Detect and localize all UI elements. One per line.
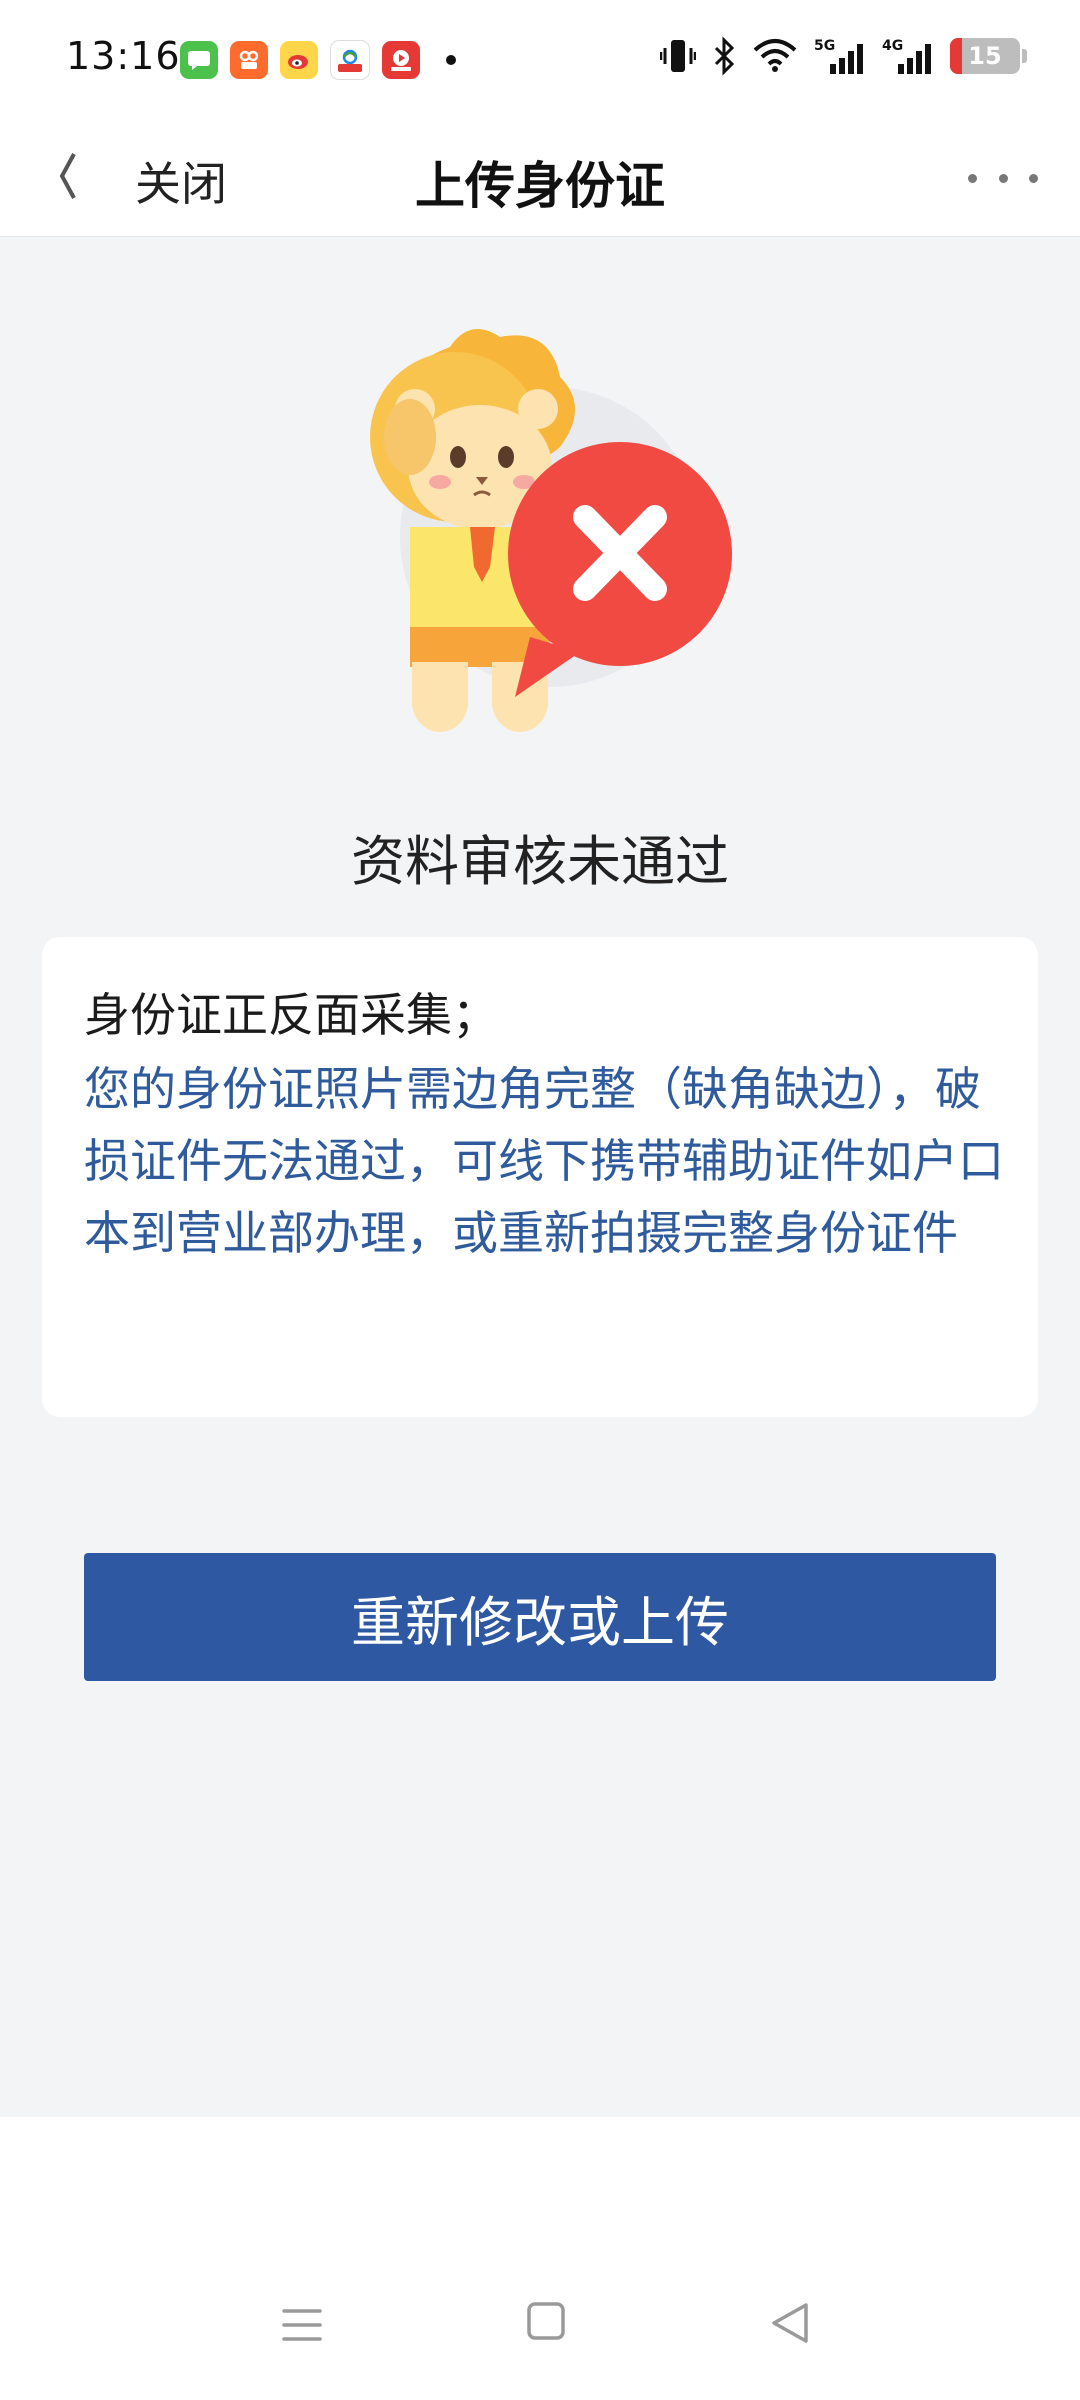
more-dot <box>1029 173 1038 183</box>
main-content: 资料审核未通过 身份证正反面采集； 您的身份证照片需边角完整（缺角缺边），破损证… <box>0 237 1080 2117</box>
weibo-icon <box>280 41 318 79</box>
rejection-reason-card: 身份证正反面采集； 您的身份证照片需边角完整（缺角缺边），破损证件无法通过，可线… <box>42 937 1038 1417</box>
more-dot <box>998 173 1008 183</box>
messages-icon <box>180 41 218 79</box>
status-time: 13:16 <box>66 34 181 78</box>
bluetooth-icon <box>712 36 736 76</box>
nav-bar: 关闭 上传身份证 <box>0 118 1080 237</box>
system-back-button[interactable] <box>770 2301 810 2345</box>
error-x-icon <box>508 442 732 697</box>
system-nav-bar <box>0 2117 1080 2400</box>
reason-description: 您的身份证照片需边角完整（缺角缺边），破损证件无法通过，可线下携带辅助证件如户口… <box>84 1062 1004 1260</box>
more-button[interactable] <box>968 158 1038 198</box>
app-icon-orange <box>230 41 268 79</box>
home-button[interactable] <box>526 2301 566 2341</box>
reason-title: 身份证正反面采集； <box>84 988 498 1042</box>
battery-icon: 15 <box>950 38 1027 74</box>
back-triangle-icon <box>772 2303 808 2343</box>
notification-icons <box>180 40 456 80</box>
home-square-icon <box>527 2302 565 2340</box>
network-label-4g: 4G <box>882 38 903 54</box>
status-indicators: 5G 4G 15 <box>660 36 1027 76</box>
battery-level: 15 <box>968 42 1002 70</box>
wifi-icon <box>752 36 798 76</box>
signal-5g-icon: 5G <box>814 36 866 76</box>
signal-4g-icon: 4G <box>882 36 934 76</box>
result-title: 资料审核未通过 <box>351 830 729 893</box>
vibrate-icon <box>660 36 696 76</box>
page-title: 上传身份证 <box>415 157 665 215</box>
reupload-button[interactable]: 重新修改或上传 <box>84 1553 996 1681</box>
video-app-icon <box>382 41 420 79</box>
more-dot <box>968 173 977 183</box>
menu-icon <box>282 2309 322 2341</box>
network-label-5g: 5G <box>814 38 835 54</box>
mobile-operator-icon <box>330 40 370 80</box>
mascot-illustration <box>300 317 780 737</box>
recent-apps-button[interactable] <box>280 2305 324 2345</box>
more-notifications-dot <box>446 55 456 65</box>
status-bar: 13:16 5G 4G 15 <box>0 0 1080 118</box>
